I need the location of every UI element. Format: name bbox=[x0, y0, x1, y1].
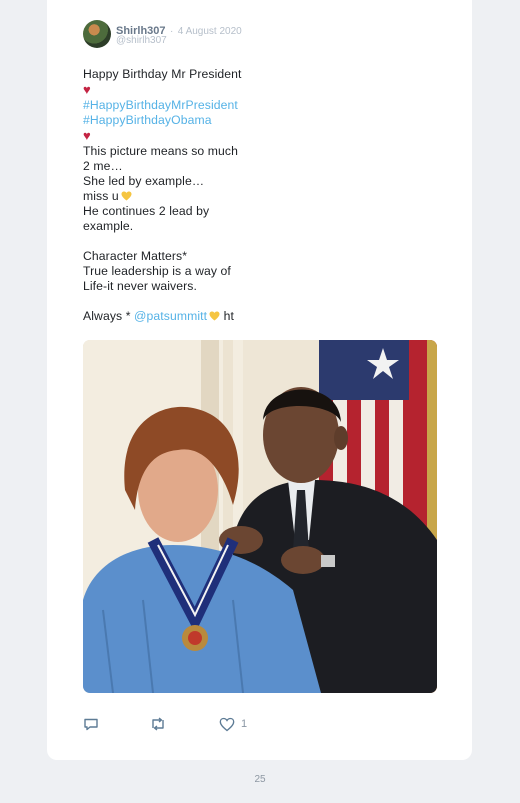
text-fragment: ht bbox=[220, 309, 234, 323]
text-line: True leadership is a way of bbox=[83, 264, 231, 278]
tweet-photo[interactable] bbox=[83, 340, 437, 693]
hashtag-link[interactable]: #HappyBirthdayObama bbox=[83, 113, 443, 128]
photo-illustration bbox=[83, 340, 437, 693]
text-line: She led by example… bbox=[83, 174, 205, 188]
reply-button[interactable] bbox=[83, 714, 99, 734]
text-line: Character Matters* bbox=[83, 249, 188, 263]
retweet-icon bbox=[152, 717, 164, 731]
text-line: Happy Birthday Mr President bbox=[83, 67, 242, 81]
red-heart-emoji: ♥ bbox=[83, 82, 91, 97]
tweet-card: Shirlh307 · 4 August 2020 @shirlh307 Hap… bbox=[47, 0, 472, 760]
heart-icon bbox=[219, 717, 235, 731]
retweet-button[interactable] bbox=[149, 714, 167, 734]
tweet-date[interactable]: 4 August 2020 bbox=[178, 26, 242, 37]
meta-separator: · bbox=[169, 26, 174, 37]
yellow-heart-emoji bbox=[209, 311, 220, 321]
mention-link[interactable]: @patsummitt bbox=[134, 309, 207, 323]
text-line: Life-it never waivers. bbox=[83, 279, 197, 293]
text-line: He continues 2 lead by bbox=[83, 204, 210, 218]
text-line: 2 me… bbox=[83, 159, 123, 173]
avatar[interactable] bbox=[83, 20, 111, 48]
text-line-with-mention: Always * @patsummitt ht bbox=[83, 309, 443, 324]
text-line: example. bbox=[83, 219, 134, 233]
hashtag-link[interactable]: #HappyBirthdayMrPresident bbox=[83, 98, 443, 113]
tweet-text: Happy Birthday Mr President ♥ #HappyBirt… bbox=[83, 67, 443, 324]
reply-icon bbox=[84, 718, 98, 731]
text-fragment: Always * bbox=[83, 309, 135, 323]
text-line: This picture means so much bbox=[83, 144, 239, 158]
text-fragment: miss u bbox=[83, 189, 119, 203]
author-handle[interactable]: @shirlh307 bbox=[116, 35, 167, 46]
red-heart-emoji: ♥ bbox=[83, 128, 91, 143]
yellow-heart-emoji bbox=[121, 191, 132, 201]
like-count: 1 bbox=[241, 718, 248, 730]
text-line-with-emoji: miss u bbox=[83, 189, 443, 204]
page-number: 25 bbox=[254, 774, 266, 785]
tweet-actions: 1 bbox=[83, 714, 443, 734]
like-button[interactable]: 1 bbox=[219, 714, 247, 734]
